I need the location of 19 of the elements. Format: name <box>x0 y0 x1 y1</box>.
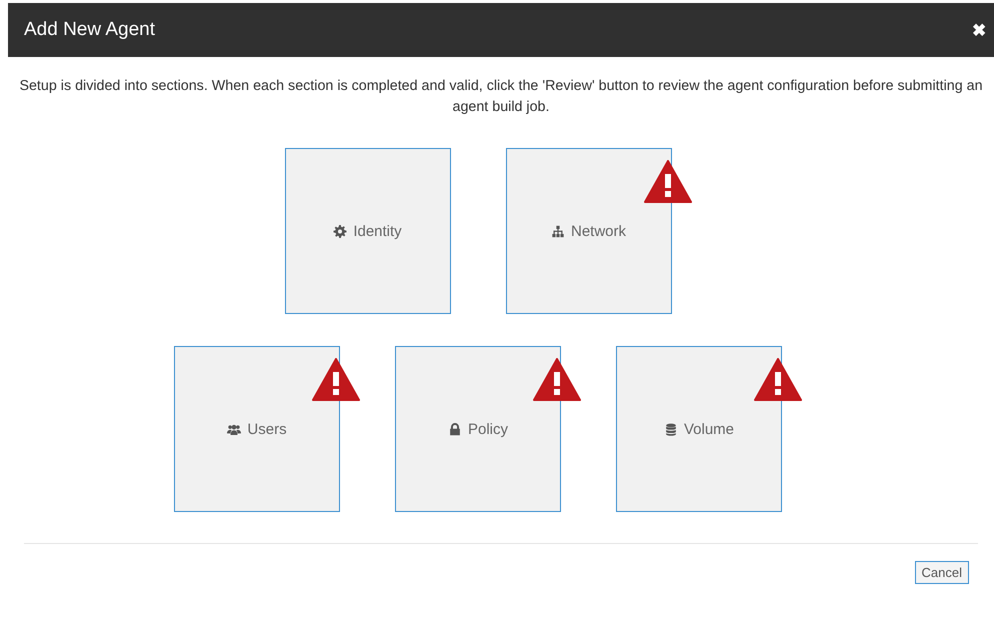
section-tile[interactable]: Identity <box>284 148 450 314</box>
lock-icon <box>448 422 462 436</box>
section-label: Users <box>247 420 287 438</box>
section-label: Policy <box>468 420 508 438</box>
users-icon <box>227 422 242 436</box>
section-tile[interactable]: Network <box>506 148 672 314</box>
section-label: Network <box>570 222 626 240</box>
section-label: Identity <box>353 222 402 240</box>
hierarchy-icon <box>550 224 565 238</box>
gear-icon <box>333 224 348 238</box>
close-button[interactable]: ✖ <box>972 20 986 40</box>
cancel-button[interactable]: Cancel <box>914 561 969 584</box>
dialog-title: Add New Agent <box>24 19 155 41</box>
section-tile[interactable]: Policy <box>395 346 561 512</box>
section-tile[interactable]: Users <box>174 346 340 512</box>
database-icon <box>664 422 678 436</box>
section-label: Volume <box>684 420 734 438</box>
section-tile[interactable]: Volume <box>616 346 782 512</box>
intro-text: Setup is divided into sections. When each section is completed and valid, click the 'Review' button to review the agent configuration before submitting an agent build job. <box>18 77 984 117</box>
